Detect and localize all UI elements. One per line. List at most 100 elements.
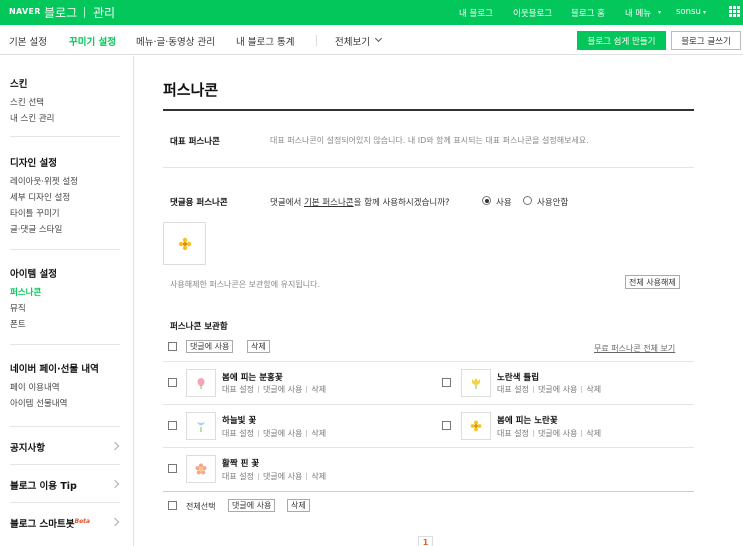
use-comment-action[interactable]: 댓글에 사용 — [538, 429, 577, 438]
sidebar-item-personacon[interactable]: 퍼스나콘 — [10, 286, 41, 298]
divider — [10, 464, 120, 465]
sidebar-item-pay-history[interactable]: 페이 이용내역 — [10, 381, 60, 393]
comment-personacon-label: 댓글용 퍼스나콘 — [170, 198, 228, 208]
caret-down-icon: ▾ — [658, 9, 662, 16]
item-checkbox[interactable] — [442, 421, 451, 430]
nav-blog-home[interactable]: 블로그 홈 — [571, 7, 605, 19]
free-personacon-link[interactable]: 무료 퍼스나콘 전체 보기 — [594, 343, 675, 354]
divider — [163, 491, 694, 492]
delete-action[interactable]: 삭제 — [311, 472, 326, 481]
top-bar: NAVER 블로그 관리 내 블로그 이웃블로그 블로그 홈 내 메뉴 ▾ so… — [0, 0, 743, 25]
sidebar-section-design: 디자인 설정 — [10, 158, 58, 169]
item-checkbox[interactable] — [442, 378, 451, 387]
sidebar-row-notice[interactable]: 공지사항 — [10, 440, 45, 454]
set-rep-action[interactable]: 대표 설정 — [222, 429, 254, 438]
radio-use-label: 사용 — [496, 198, 512, 208]
divider — [10, 426, 120, 427]
sidebar-item-detail-design[interactable]: 세부 디자인 설정 — [10, 191, 70, 203]
divider — [10, 136, 120, 137]
select-all-label: 전체선택 — [186, 502, 216, 511]
yellow-flower-icon — [178, 237, 191, 250]
release-all-button[interactable]: 전체 사용해제 — [625, 275, 680, 289]
select-all-checkbox[interactable] — [168, 501, 177, 510]
radio-not-use[interactable] — [523, 196, 532, 205]
tab-content-management[interactable]: 메뉴·글·동영상 관리 — [136, 34, 215, 48]
title-divider — [163, 109, 694, 111]
default-personacon-link[interactable]: 기본 퍼스나콘 — [304, 198, 354, 208]
item-checkbox[interactable] — [168, 464, 177, 473]
set-rep-action[interactable]: 대표 설정 — [222, 385, 254, 394]
storage-title: 퍼스나콘 보관함 — [170, 322, 228, 332]
sidebar-section-pay: 네이버 페이·선물 내역 — [10, 364, 99, 375]
manage-link[interactable]: 관리 — [93, 4, 115, 21]
personacon-name: 봄에 피는 노란꽃 — [497, 416, 558, 426]
delete-button[interactable]: 삭제 — [247, 340, 270, 353]
radio-not-use-label: 사용안함 — [537, 198, 569, 208]
sidebar-item-music[interactable]: 뮤직 — [10, 302, 26, 314]
chevron-right-icon — [110, 479, 120, 489]
sidebar-row-smartbot[interactable]: 블로그 스마트봇Beta — [10, 516, 90, 530]
skyblue-flower-icon — [197, 422, 205, 432]
personacon-name: 노란색 튤립 — [497, 373, 540, 383]
page-title: 퍼스나콘 — [163, 81, 219, 99]
sidebar-item-gift-history[interactable]: 아이템 선물내역 — [10, 397, 67, 409]
rep-personacon-label: 대표 퍼스나콘 — [170, 137, 220, 147]
tab-basic-settings[interactable]: 기본 설정 — [9, 34, 47, 48]
write-post-button[interactable]: 블로그 글쓰기 — [671, 31, 741, 50]
use-comment-action[interactable]: 댓글에 사용 — [538, 385, 577, 394]
tab-design-settings[interactable]: 꾸미기 설정 — [69, 34, 116, 48]
radio-use[interactable] — [482, 196, 491, 205]
delete-action[interactable]: 삭제 — [586, 429, 601, 438]
personacon-thumb — [186, 455, 216, 483]
pink-flower-icon — [197, 378, 205, 389]
use-comment-action[interactable]: 댓글에 사용 — [263, 429, 302, 438]
sidebar-row-tips[interactable]: 블로그 이용 Tip — [10, 478, 77, 492]
delete-action[interactable]: 삭제 — [586, 385, 601, 394]
question-text: 을 함께 사용하시겠습니까? — [353, 198, 450, 208]
use-in-comment-button-bottom[interactable]: 댓글에 사용 — [228, 499, 276, 512]
sidebar-item-layout[interactable]: 레이아웃·위젯 설정 — [10, 175, 78, 187]
set-rep-action[interactable]: 대표 설정 — [497, 385, 529, 394]
sidebar-item-font[interactable]: 폰트 — [10, 318, 26, 330]
sidebar-item-title-decor[interactable]: 타이틀 꾸미기 — [10, 207, 60, 219]
personacon-thumb — [186, 412, 216, 440]
item-actions: 대표 설정 댓글에 사용 삭제 — [497, 428, 601, 439]
tab-blog-stats[interactable]: 내 블로그 통계 — [236, 34, 294, 48]
delete-button-bottom[interactable]: 삭제 — [287, 499, 310, 512]
smartbot-label: 블로그 스마트봇 — [10, 519, 75, 530]
nav-my-menu[interactable]: 내 메뉴 — [625, 7, 651, 19]
divider — [84, 7, 85, 18]
delete-action[interactable]: 삭제 — [311, 385, 326, 394]
use-comment-action[interactable]: 댓글에 사용 — [263, 385, 302, 394]
set-rep-action[interactable]: 대표 설정 — [222, 472, 254, 481]
sidebar-item-skin-select[interactable]: 스킨 선택 — [10, 96, 44, 108]
personacon-name: 활짝 핀 꽃 — [222, 459, 260, 469]
tab-view-all[interactable]: 전체보기 — [335, 34, 370, 48]
item-actions: 대표 설정 댓글에 사용 삭제 — [222, 471, 326, 482]
sidebar-item-my-skin[interactable]: 내 스킨 관리 — [10, 112, 55, 124]
set-rep-action[interactable]: 대표 설정 — [497, 429, 529, 438]
apps-grid-icon[interactable] — [729, 6, 740, 17]
pagination-current-page[interactable]: 1 — [418, 536, 433, 546]
blog-home-link[interactable]: 블로그 — [44, 4, 77, 21]
divider — [10, 502, 120, 503]
naver-logo[interactable]: NAVER — [9, 7, 41, 16]
nav-my-blog[interactable]: 내 블로그 — [459, 7, 493, 19]
item-checkbox[interactable] — [168, 421, 177, 430]
nav-user[interactable]: sonsu — [676, 7, 701, 17]
personacon-name: 봄에 피는 분홍꽃 — [222, 373, 283, 383]
item-actions: 대표 설정 댓글에 사용 삭제 — [222, 384, 326, 395]
easy-blog-button[interactable]: 블로그 쉽게 만들기 — [577, 31, 666, 50]
comment-personacon-slot[interactable] — [163, 222, 206, 265]
select-checkbox-top[interactable] — [168, 342, 177, 351]
sidebar-section-items: 아이템 설정 — [10, 269, 58, 280]
delete-action[interactable]: 삭제 — [311, 429, 326, 438]
sidebar-item-post-style[interactable]: 글·댓글 스타일 — [10, 223, 62, 235]
blooming-flower-icon — [195, 463, 207, 475]
nav-neighbor-blog[interactable]: 이웃블로그 — [513, 7, 552, 19]
use-in-comment-button[interactable]: 댓글에 사용 — [186, 340, 234, 353]
use-comment-action[interactable]: 댓글에 사용 — [263, 472, 302, 481]
item-checkbox[interactable] — [168, 378, 177, 387]
divider — [163, 447, 694, 448]
question-text: 댓글에서 — [270, 198, 304, 208]
